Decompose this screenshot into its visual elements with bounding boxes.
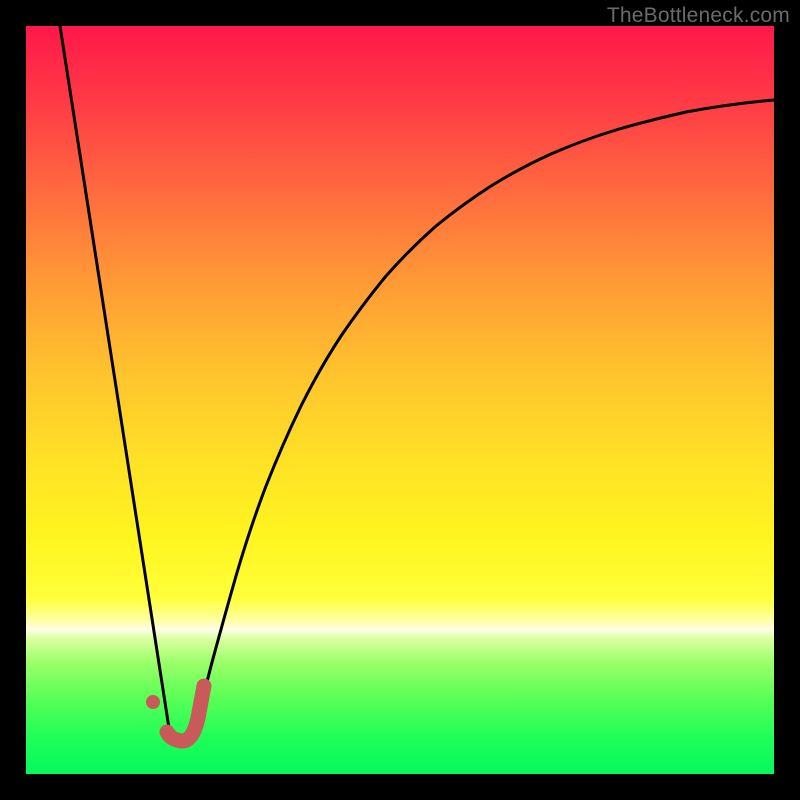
curve-left-descent [60,26,171,741]
chart-frame: TheBottleneck.com [0,0,800,800]
dot-marker [146,695,160,709]
plot-area [26,26,774,774]
watermark-text: TheBottleneck.com [607,4,790,28]
j-hook-marker [167,686,204,741]
curve-layer [26,26,774,774]
curve-right-ascent [191,100,774,741]
